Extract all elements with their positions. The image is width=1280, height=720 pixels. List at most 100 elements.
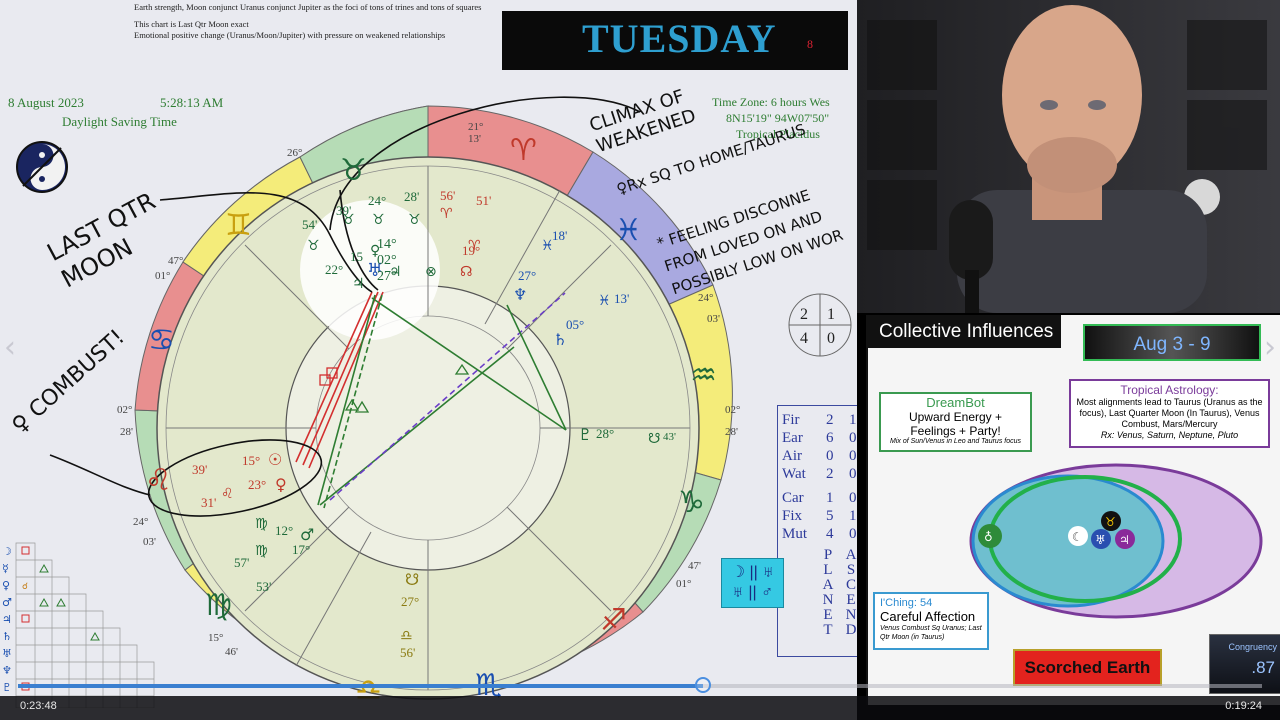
svg-text:♆: ♆: [513, 285, 527, 304]
presenter-video-frame: [857, 0, 1280, 313]
element-label: Fir: [782, 412, 800, 428]
iching-title: Careful Affection: [880, 609, 976, 624]
svg-text:♈: ♈: [440, 206, 453, 222]
planet-label: 18': [552, 228, 568, 243]
svg-text:♉: ♉: [408, 212, 421, 228]
element-row: Ear 6 0: [782, 430, 857, 447]
element-value: 6: [826, 430, 834, 446]
cancer-glyph: ♋: [148, 323, 175, 358]
element-row: Mut 4 0: [782, 526, 857, 543]
planet-label: 39': [336, 203, 352, 218]
svg-text:♅: ♅: [1095, 533, 1106, 547]
astrology-chart-panel: Earth strength, Moon conjunct Uranus con…: [0, 0, 857, 720]
tropical-title: Tropical Astrology:: [1120, 383, 1219, 397]
element-row: Wat 2 0: [782, 466, 857, 483]
element-label: Fix: [782, 508, 803, 524]
degree-label: 28': [120, 426, 133, 438]
planet-label: 27°: [518, 268, 537, 283]
quadrant-count: 2: [800, 306, 808, 323]
element-value: 0: [849, 490, 857, 506]
element-value: 2: [826, 412, 834, 428]
planet-label: 57': [234, 555, 250, 570]
degree-label: 46': [225, 646, 238, 658]
svg-text:☉: ☉: [268, 450, 282, 469]
svg-text:♍: ♍: [255, 543, 268, 559]
degree-label: 15°: [208, 632, 224, 644]
svg-text:⊗: ⊗: [425, 264, 437, 280]
next-slide-arrow-icon[interactable]: ›: [1264, 330, 1276, 365]
dreambot-title: DreamBot: [926, 395, 985, 410]
svg-text:♉: ♉: [1105, 515, 1116, 529]
collective-influences-panel: Collective Influences Aug 3 - 9 DreamBot…: [866, 315, 1280, 705]
svg-text:♎: ♎: [400, 628, 413, 644]
planet-label: 19°: [462, 243, 481, 258]
element-value: 0: [849, 526, 857, 542]
dreambot-card: DreamBot Upward Energy + Feelings + Part…: [879, 392, 1032, 452]
planet-label: 05°: [566, 317, 585, 332]
planet-label: 23°: [248, 477, 267, 492]
webcam-presenter-view: [857, 0, 1280, 313]
degree-label: 47': [688, 560, 701, 572]
svg-text:♆: ♆: [2, 664, 12, 677]
congruency-label: Congruency: [1228, 642, 1277, 652]
previous-slide-arrow-icon[interactable]: ‹: [4, 330, 16, 365]
element-value: 1: [849, 412, 857, 428]
panel-title: Collective Influences: [868, 315, 1061, 348]
leo-glyph: ♌: [145, 463, 172, 498]
degree-label: 24°: [133, 516, 149, 528]
svg-text:♇: ♇: [2, 681, 12, 694]
element-label: Ear: [782, 430, 803, 446]
planet-label: 54': [302, 217, 318, 232]
svg-text:♌: ♌: [221, 486, 234, 502]
dreambot-note: Mix of Sun/Venus in Leo and Taurus focus: [889, 438, 1021, 445]
video-controls: 0:23:48 0:19:24: [0, 677, 1280, 720]
svg-text:♀: ♀: [275, 475, 287, 494]
degree-label: 02°: [117, 404, 133, 416]
tropical-retrograde: Rx: Venus, Saturn, Neptune, Pluto: [1100, 430, 1239, 440]
aspect-summary-line: ☽ || ♅: [730, 564, 775, 581]
planet-label: 12°: [275, 523, 294, 538]
element-value: 4: [826, 526, 834, 542]
svg-text:☿: ☿: [2, 562, 9, 575]
progress-track[interactable]: [18, 677, 1262, 693]
svg-text:♁: ♁: [984, 530, 993, 544]
planet-label: 13': [614, 291, 630, 306]
aspect-summary-box: ☽ || ♅ ♅ || ♂: [721, 558, 784, 608]
svg-text:☊: ☊: [460, 264, 472, 280]
dreambot-line: Feelings + Party!: [910, 424, 1001, 438]
element-value: 0: [849, 430, 857, 446]
scorched-earth-badge: Scorched Earth: [1013, 649, 1162, 686]
iching-note: Venus Combust Sq Uranus; Last Qtr Moon (…: [880, 625, 982, 641]
planet-label: 51': [476, 193, 492, 208]
planet-label: 15°: [242, 453, 261, 468]
svg-text:♂: ♂: [2, 596, 12, 609]
planet-label: 56': [440, 188, 456, 203]
planet-label: 14° 02° 27°: [377, 237, 397, 284]
planet-label: 17°: [292, 542, 311, 557]
week-range-badge: Aug 3 - 9: [1083, 324, 1261, 361]
element-balance-table: Fir 2 1 Ear 6 0 Air 0 0 Wat 2 0 Car 1 0 Fix 5 1 Mut 4…: [777, 405, 857, 657]
svg-text:☋: ☋: [648, 431, 660, 447]
svg-text:♀: ♀: [2, 579, 10, 592]
quadrant-count: 1: [827, 306, 835, 323]
taurus-glyph: ♉: [340, 153, 367, 188]
planet-label: 53': [256, 579, 272, 594]
tropical-body: Most alignments lead to Taurus (Uranus a…: [1076, 397, 1263, 429]
svg-text:♉: ♉: [307, 238, 320, 254]
current-time: 0:23:48: [20, 700, 57, 712]
total-time: 0:19:24: [1225, 700, 1262, 712]
planet-label: 27°: [401, 594, 420, 609]
svg-text:♃: ♃: [352, 276, 365, 292]
planet-label: 56': [400, 645, 416, 660]
sagittarius-glyph: ♐: [600, 603, 627, 638]
virgo-glyph: ♍: [205, 588, 232, 623]
svg-text:♉: ♉: [372, 212, 385, 228]
tropical-astrology-card: Tropical Astrology: Most alignments lead…: [1069, 379, 1270, 448]
element-row: Air 0 0: [782, 448, 857, 465]
element-row: Fix 5 1: [782, 508, 857, 525]
iching-card: I'Ching: 54 Careful Affection Venus Comb…: [873, 592, 989, 650]
element-value: 1: [849, 508, 857, 524]
ascend-vertical-label: ASCEND: [845, 547, 857, 638]
element-label: Car: [782, 490, 804, 506]
degree-label: 28': [725, 426, 738, 438]
